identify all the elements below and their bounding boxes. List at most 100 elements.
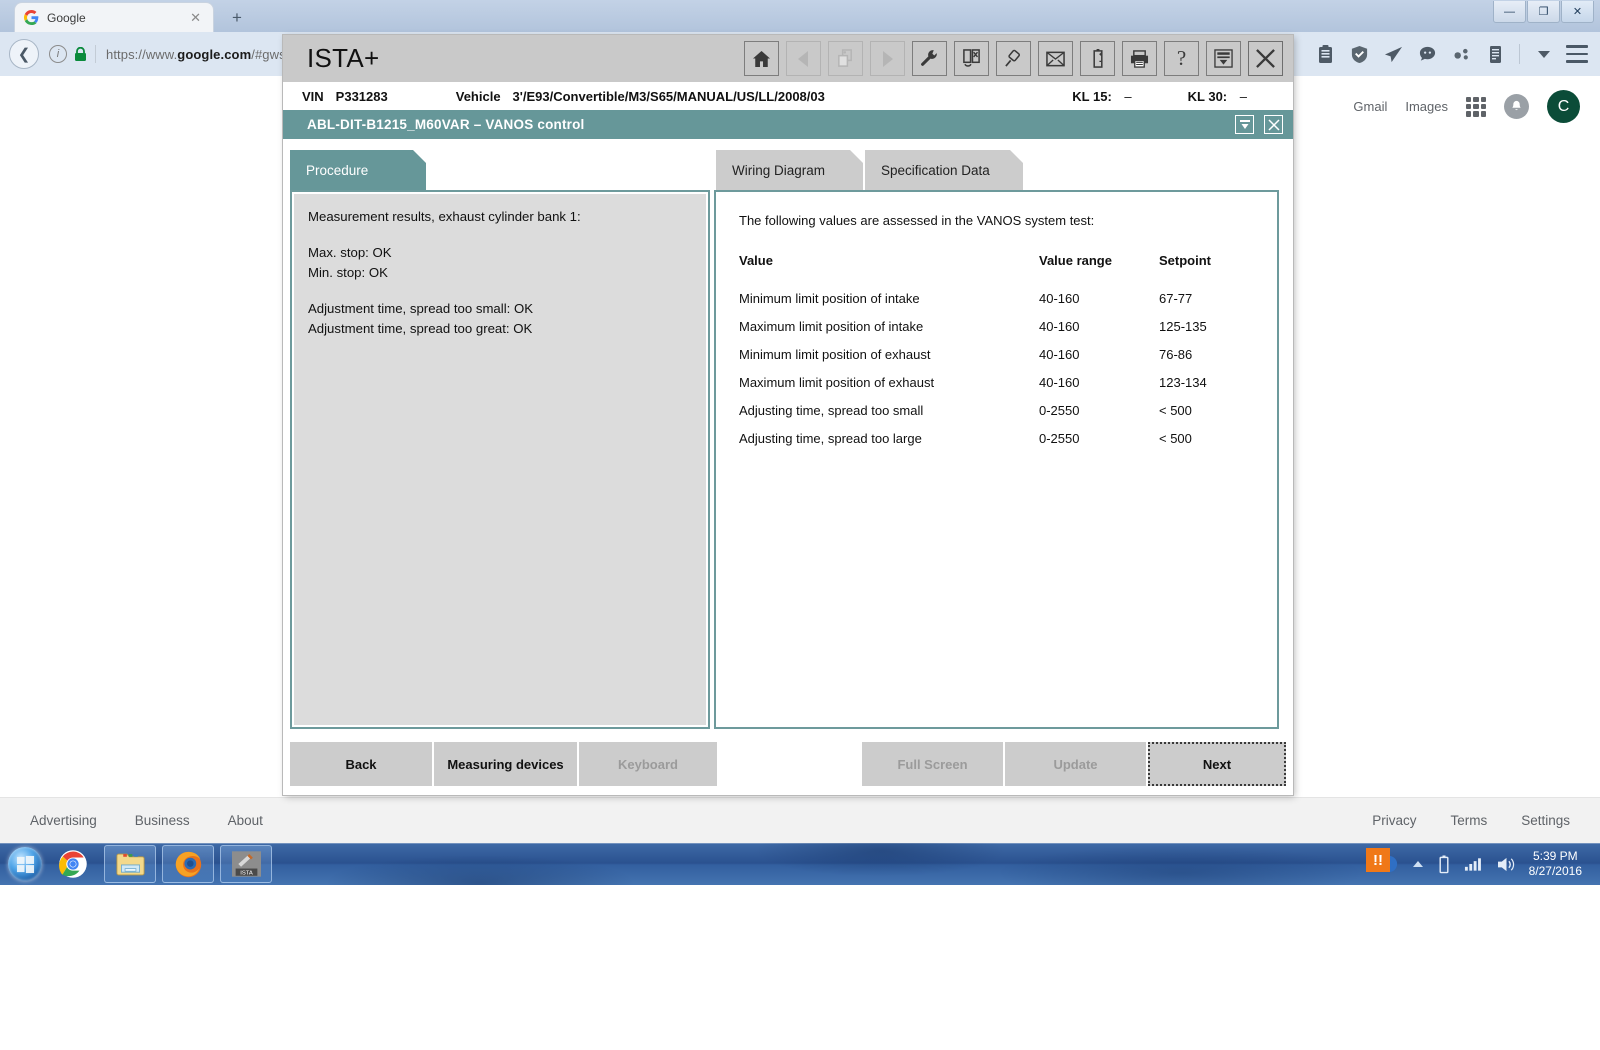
shield-icon[interactable] [1349,44,1369,64]
printer-icon[interactable] [1122,41,1157,76]
cell-value: Minimum limit position of exhaust [739,347,931,362]
connector-icon[interactable] [996,41,1031,76]
notification-bell-icon[interactable] [1504,94,1529,119]
images-link[interactable]: Images [1405,99,1448,114]
back-button[interactable]: Back [290,742,432,786]
cell-range: 40-160 [1039,375,1080,390]
kl15-label: KL 15: [1072,88,1112,104]
ista-toolbar: ? [744,41,1293,76]
chrome-icon[interactable] [48,846,98,882]
column-header-value: Value [739,253,773,268]
browser-tab-google[interactable]: Google ✕ [14,2,214,32]
chevron-down-icon[interactable] [1534,44,1554,64]
kl-status-group: KL 15: – KL 30: – [1072,89,1293,104]
browser-tab-title: Google [47,10,86,25]
explorer-icon[interactable] [104,845,156,883]
cell-value: Maximum limit position of intake [739,319,924,334]
footer-links-right: Privacy Terms Settings [1372,813,1570,828]
tab-procedure-label: Procedure [306,162,369,178]
kl30-status: KL 30: – [1188,89,1247,104]
extension-icons [1315,44,1562,64]
ista-app-title: ISTA+ [307,43,380,73]
cell-value: Adjusting time, spread too large [739,431,922,446]
window-controls: — ❐ ✕ [1493,1,1594,23]
minimize-window-icon[interactable] [1206,41,1241,76]
device-test-icon[interactable] [954,41,989,76]
home-icon[interactable] [744,41,779,76]
procedure-pane: Measurement results, exhaust cylinder ba… [290,190,710,729]
vehicle-value: 3'/E93/Convertible/M3/S65/MANUAL/US/LL/2… [512,88,825,104]
vin-label: VIN [302,88,324,104]
site-info-icon[interactable]: i [49,45,67,63]
table-row: Minimum limit position of exhaust 40-160… [736,341,1257,369]
cell-setpoint: 67-77 [1159,291,1193,306]
ista-icon[interactable]: ISTA [220,845,272,883]
network-icon[interactable] [1464,856,1483,872]
browser-back-button[interactable]: ❮ [9,39,39,69]
molecule-icon[interactable] [1451,44,1471,64]
clipboard-icon[interactable] [1315,44,1335,64]
footer-link-settings[interactable]: Settings [1521,813,1570,828]
tab-procedure[interactable]: Procedure [290,150,426,190]
cell-setpoint: 125-135 [1159,319,1207,334]
close-window-icon[interactable] [1248,41,1283,76]
wrench-icon[interactable] [912,41,947,76]
footer-link-business[interactable]: Business [135,813,190,828]
lock-icon [74,46,87,62]
procedure-spacer [308,228,692,243]
google-header: Gmail Images C [1353,90,1580,123]
cell-range: 40-160 [1039,347,1080,362]
ista-application-window: ISTA+ ? VIN P331283 Vehicle 3'/E93/Conve… [283,35,1293,795]
chat-icon[interactable] [1417,44,1437,64]
footer-link-advertising[interactable]: Advertising [30,813,97,828]
footer-link-about[interactable]: About [228,813,263,828]
system-tray: 5:39 PM 8/27/2016 [1373,843,1600,885]
new-tab-button[interactable]: + [224,6,250,30]
tab-specification-data-label: Specification Data [881,162,990,178]
notes-icon[interactable] [1485,44,1505,64]
procedure-line: Min. stop: OK [308,265,388,280]
url-separator [95,45,96,63]
measuring-devices-button[interactable]: Measuring devices [434,742,577,786]
google-footer: Advertising Business About Privacy Terms… [0,797,1600,843]
avatar[interactable]: C [1547,90,1580,123]
minimize-doc-icon[interactable] [1235,115,1254,134]
tab-bar: Procedure Wiring Diagram Specification D… [290,150,1286,190]
footer-link-privacy[interactable]: Privacy [1372,813,1416,828]
help-icon[interactable]: ? [1164,41,1199,76]
battery-icon[interactable] [1080,41,1115,76]
gmail-link[interactable]: Gmail [1353,99,1387,114]
volume-icon[interactable] [1497,856,1516,873]
close-doc-icon[interactable] [1264,115,1283,134]
browser-tab-close-icon[interactable]: ✕ [186,10,205,26]
window-minimize-button[interactable]: — [1493,1,1526,23]
cell-range: 40-160 [1039,291,1080,306]
cell-value: Minimum limit position of intake [739,291,920,306]
firefox-icon[interactable] [162,845,214,883]
battery-icon[interactable] [1438,854,1450,874]
specification-pane: The following values are assessed in the… [714,190,1279,729]
url-scheme: https://www. [106,46,178,62]
ista-vehicle-bar: VIN P331283 Vehicle 3'/E93/Convertible/M… [283,82,1293,110]
footer-link-terms[interactable]: Terms [1450,813,1487,828]
tab-wiring-diagram[interactable]: Wiring Diagram [716,150,863,190]
forward-arrow-icon [870,41,905,76]
window-close-button[interactable]: ✕ [1561,1,1594,23]
grid-apps-icon[interactable] [1466,96,1486,117]
show-hidden-icons-icon[interactable] [1412,860,1424,869]
tab-wiring-diagram-label: Wiring Diagram [732,162,826,178]
next-button[interactable]: Next [1148,742,1286,786]
cell-setpoint: < 500 [1159,431,1192,446]
hamburger-menu-icon[interactable] [1566,45,1588,63]
window-maximize-button[interactable]: ❐ [1527,1,1560,23]
alert-notification-badge[interactable]: !! [1366,848,1390,872]
send-icon[interactable] [1383,44,1403,64]
mail-icon[interactable] [1038,41,1073,76]
documents-icon [828,41,863,76]
spec-table: Value Value range Setpoint Minimum limit… [736,253,1257,453]
taskbar-clock[interactable]: 5:39 PM 8/27/2016 [1529,849,1582,879]
windows-start-orb[interactable] [8,847,42,881]
keyboard-button: Keyboard [579,742,717,786]
column-header-setpoint: Setpoint [1159,253,1211,268]
tab-specification-data[interactable]: Specification Data [865,150,1023,190]
